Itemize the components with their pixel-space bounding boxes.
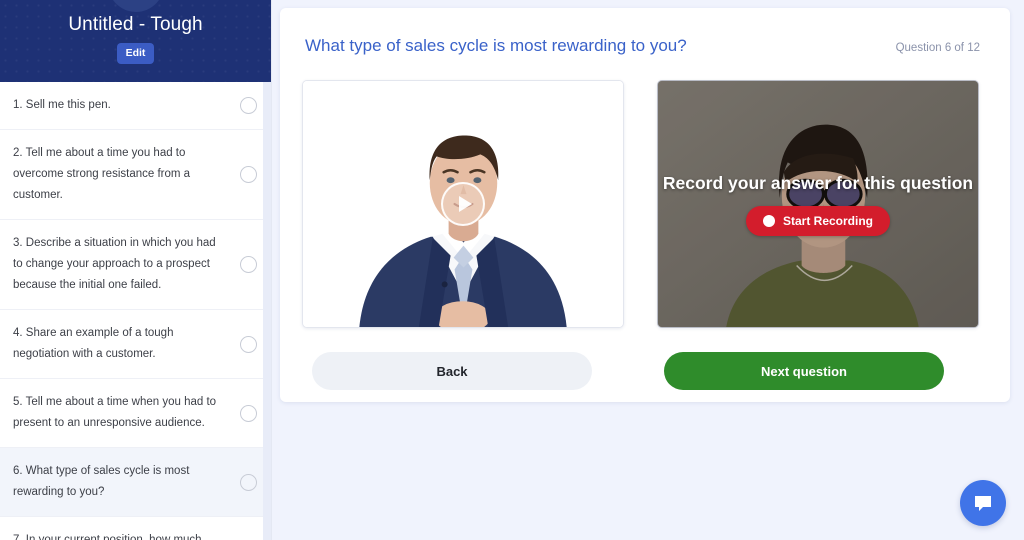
question-list-item[interactable]: 1. Sell me this pen. (0, 82, 271, 130)
question-video-player[interactable] (302, 80, 624, 328)
record-prompt: Record your answer for this question (662, 172, 974, 193)
card-header: What type of sales cycle is most rewardi… (280, 8, 1010, 58)
question-list-item-label: 5. Tell me about a time when you had to … (13, 396, 217, 429)
question-counter: Question 6 of 12 (895, 42, 980, 54)
start-recording-button[interactable]: Start Recording (745, 205, 890, 236)
avatar (107, 0, 164, 12)
sidebar-header: Untitled - Tough Edit (0, 0, 271, 82)
question-status-radio[interactable] (240, 166, 257, 183)
question-list-item-label: 7. In your current position, how much ti… (13, 534, 202, 540)
question-list-item-label: 1. Sell me this pen. (13, 99, 111, 111)
question-list-item-label: 4. Share an example of a tough negotiati… (13, 327, 174, 360)
question-status-radio[interactable] (240, 335, 257, 353)
question-status-radio[interactable] (240, 404, 257, 422)
sidebar-scrollbar[interactable] (263, 82, 271, 540)
question-list-item[interactable]: 2. Tell me about a time you had to overc… (0, 130, 271, 220)
question-list-item[interactable]: 6. What type of sales cycle is most rewa… (0, 448, 271, 517)
sidebar: Untitled - Tough Edit 1. Sell me this pe… (0, 0, 272, 540)
edit-button[interactable]: Edit (116, 43, 155, 64)
media-row: Record your answer for this question Sta… (280, 58, 1010, 328)
play-triangle (458, 196, 472, 212)
chat-bubble-icon (975, 496, 991, 511)
main-content: What type of sales cycle is most rewardi… (272, 0, 1024, 540)
interview-title: Untitled - Tough (68, 14, 203, 35)
question-list-item[interactable]: 5. Tell me about a time when you had to … (0, 379, 271, 448)
webcam-preview[interactable]: Record your answer for this question Sta… (657, 80, 979, 328)
question-list-item-label: 2. Tell me about a time you had to overc… (13, 147, 191, 201)
question-card: What type of sales cycle is most rewardi… (280, 8, 1010, 402)
play-icon[interactable] (441, 182, 485, 226)
question-status-radio[interactable] (240, 97, 257, 114)
navigation-row: Back Next question (280, 328, 1010, 390)
question-list-item[interactable]: 7. In your current position, how much ti… (0, 517, 271, 540)
page-title: What type of sales cycle is most rewardi… (305, 36, 687, 55)
record-overlay: Record your answer for this question Sta… (658, 81, 978, 327)
next-question-button[interactable]: Next question (664, 352, 944, 390)
question-list-item[interactable]: 3. Describe a situation in which you had… (0, 220, 271, 310)
question-list[interactable]: 1. Sell me this pen. 2. Tell me about a t… (0, 82, 271, 540)
question-list-item-label: 6. What type of sales cycle is most rewa… (13, 465, 190, 498)
chat-widget-button[interactable] (960, 480, 1006, 526)
start-recording-label: Start Recording (782, 213, 873, 228)
record-dot-icon (762, 214, 775, 227)
question-list-item-label: 3. Describe a situation in which you had… (13, 237, 216, 291)
back-button[interactable]: Back (312, 352, 592, 390)
question-status-radio[interactable] (240, 256, 257, 273)
question-status-radio[interactable] (240, 473, 257, 491)
question-list-item[interactable]: 4. Share an example of a tough negotiati… (0, 310, 271, 379)
